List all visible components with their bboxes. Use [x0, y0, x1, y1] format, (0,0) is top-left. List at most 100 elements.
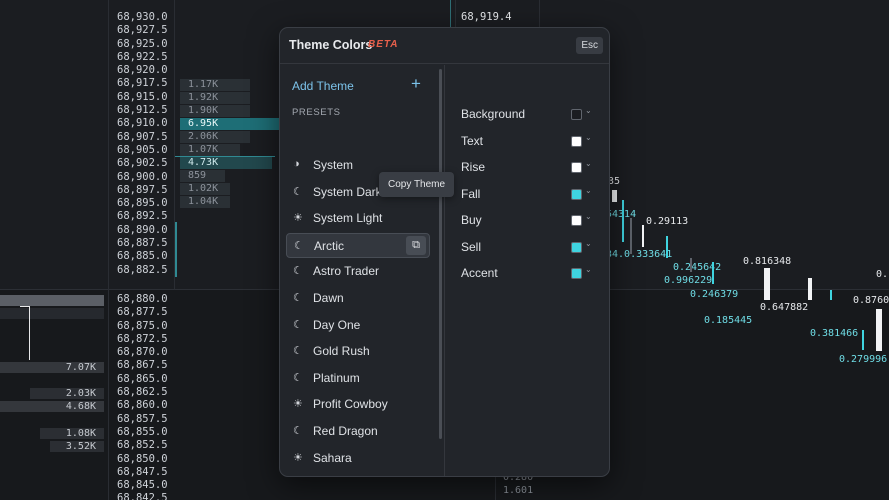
scrollbar[interactable]	[439, 69, 442, 439]
price-level: 68,897.5	[117, 183, 168, 196]
add-theme-button[interactable]: Add Theme	[292, 79, 354, 93]
price-level: 68,877.5	[117, 306, 168, 319]
color-setting-row[interactable]: Text ⌄	[461, 133, 601, 151]
chevron-down-icon[interactable]: ⌄	[585, 106, 592, 115]
price-level: 68,870.0	[117, 346, 168, 359]
depth-bar: 4.68K	[0, 401, 104, 412]
color-setting-label: Background	[461, 107, 526, 121]
color-swatch[interactable]	[571, 109, 582, 120]
moon-icon: ☾	[294, 239, 304, 252]
preset-label: Profit Cowboy	[313, 397, 388, 412]
color-setting-row[interactable]: Sell ⌄	[461, 239, 601, 257]
price-level: 68,922.5	[117, 50, 168, 63]
price-level: 68,910.0	[117, 117, 168, 130]
moon-icon: ☾	[293, 345, 303, 358]
trade-tick	[862, 330, 864, 350]
trade-tick	[764, 268, 770, 300]
preset-label: Dawn	[313, 291, 344, 305]
preset-item[interactable]: ☾ Arctic ⧉	[286, 232, 430, 258]
chevron-down-icon[interactable]: ⌄	[585, 265, 592, 274]
price-level: 68,930.0	[117, 11, 168, 23]
chevron-down-icon[interactable]: ⌄	[585, 212, 592, 221]
moon-icon: ☾	[293, 371, 303, 384]
color-setting-label: Sell	[461, 239, 482, 254]
volume-bar: 6.95K	[180, 118, 280, 130]
depth-bar	[0, 295, 104, 306]
price-level: 68,867.5	[117, 359, 168, 372]
color-swatch[interactable]	[571, 162, 582, 173]
price-level: 68,875.0	[117, 319, 168, 332]
color-setting-row[interactable]: Accent ⌄	[461, 265, 601, 283]
chevron-down-icon[interactable]: ⌄	[585, 186, 592, 195]
trade-tick	[642, 225, 644, 247]
color-setting-row[interactable]: Background ⌄	[461, 106, 601, 124]
price-level: 68,892.5	[117, 210, 168, 223]
preset-label: Platinum	[313, 370, 360, 385]
color-swatch[interactable]	[571, 135, 582, 147]
preset-item[interactable]: ☀ System Light	[286, 206, 430, 231]
color-setting-row[interactable]: Buy ⌄	[461, 212, 601, 230]
preset-item[interactable]: ☾ Day One	[286, 313, 430, 338]
preset-item[interactable]: ☀ Sahara	[286, 446, 430, 471]
last-price: 68,919.4	[461, 11, 512, 23]
color-swatch[interactable]	[571, 241, 582, 253]
preset-item[interactable]: ☾ Red Dragon	[286, 419, 430, 444]
price-level: 68,905.0	[117, 143, 168, 156]
preset-label: System Light	[313, 211, 383, 226]
trade-tick	[876, 309, 882, 351]
sun-icon: ☀	[293, 212, 303, 225]
moon-icon: ☾	[293, 292, 303, 304]
trade-label: 0.816348	[743, 256, 792, 267]
depth-bar: 3.52K	[50, 441, 104, 452]
copy-icon[interactable]: ⧉	[406, 235, 426, 255]
moon-icon: ☾	[293, 425, 303, 437]
chevron-down-icon[interactable]: ⌄	[585, 159, 592, 168]
price-ladder-top: 68,930.0 68,927.5 68,925.0 68,922.5 68,920.0…	[117, 11, 168, 277]
volume-bar: 1.04K	[180, 196, 230, 208]
dialog-title: Theme Colors	[289, 38, 373, 52]
preset-item[interactable]: ☾Smoothie	[286, 472, 430, 476]
preset-label: Sahara	[313, 450, 352, 465]
color-swatch[interactable]	[571, 215, 582, 226]
moon-icon: ☾	[293, 265, 303, 278]
preset-item[interactable]: ☾ Dawn	[286, 286, 430, 311]
depth-bar	[0, 308, 104, 319]
preset-item[interactable]: ☀ Profit Cowboy	[286, 392, 430, 417]
price-level: 68,872.5	[117, 332, 168, 345]
price-level: 68,890.0	[117, 223, 168, 236]
price-level: 68,855.0	[117, 425, 168, 438]
color-setting-row[interactable]: Fall ⌄	[461, 186, 601, 204]
price-level: 68,885.0	[117, 250, 168, 263]
presets-heading: PRESETS	[292, 107, 341, 118]
depth-curve	[20, 306, 30, 360]
trade-label: 34.0.333641	[606, 249, 673, 260]
color-setting-row[interactable]: Rise ⌄	[461, 159, 601, 177]
color-swatch[interactable]	[571, 188, 582, 200]
chevron-down-icon[interactable]: ⌄	[585, 239, 592, 248]
chevron-down-icon[interactable]: ⌄	[585, 133, 592, 142]
moon-icon: ☾	[293, 185, 303, 198]
price-level: 68,852.5	[117, 439, 168, 452]
close-button[interactable]: Esc	[576, 37, 603, 54]
presets-pane: Add Theme + PRESETS ◑ System ☾ System Dark ☀…	[280, 65, 445, 476]
trade-tick	[666, 236, 668, 258]
preset-label: Red Dragon	[313, 424, 378, 438]
preset-item[interactable]: ☾ Astro Trader	[286, 259, 430, 284]
preset-item[interactable]: ☾ Platinum	[286, 366, 430, 391]
color-swatch[interactable]	[571, 268, 582, 279]
theme-colors-dialog: Theme Colors BETA Esc Add Theme + PRESET…	[279, 27, 610, 477]
trade-tick	[808, 278, 812, 300]
price-level: 68,927.5	[117, 24, 168, 37]
volume-bar: 2.06K	[180, 131, 250, 143]
depth-bar: 2.03K	[30, 388, 104, 399]
volume-bar: 1.02K	[180, 183, 230, 195]
preset-item[interactable]: ☾ Gold Rush	[286, 339, 430, 364]
color-setting-label: Buy	[461, 213, 482, 227]
plus-icon[interactable]: +	[411, 74, 421, 94]
price-level: 68,865.0	[117, 372, 168, 385]
price-level: 68,917.5	[117, 77, 168, 90]
volume-bar: 1.90K	[180, 105, 250, 117]
column-divider	[455, 0, 456, 27]
trade-label: 1.601	[503, 485, 534, 496]
color-setting-label: Text	[461, 133, 484, 148]
